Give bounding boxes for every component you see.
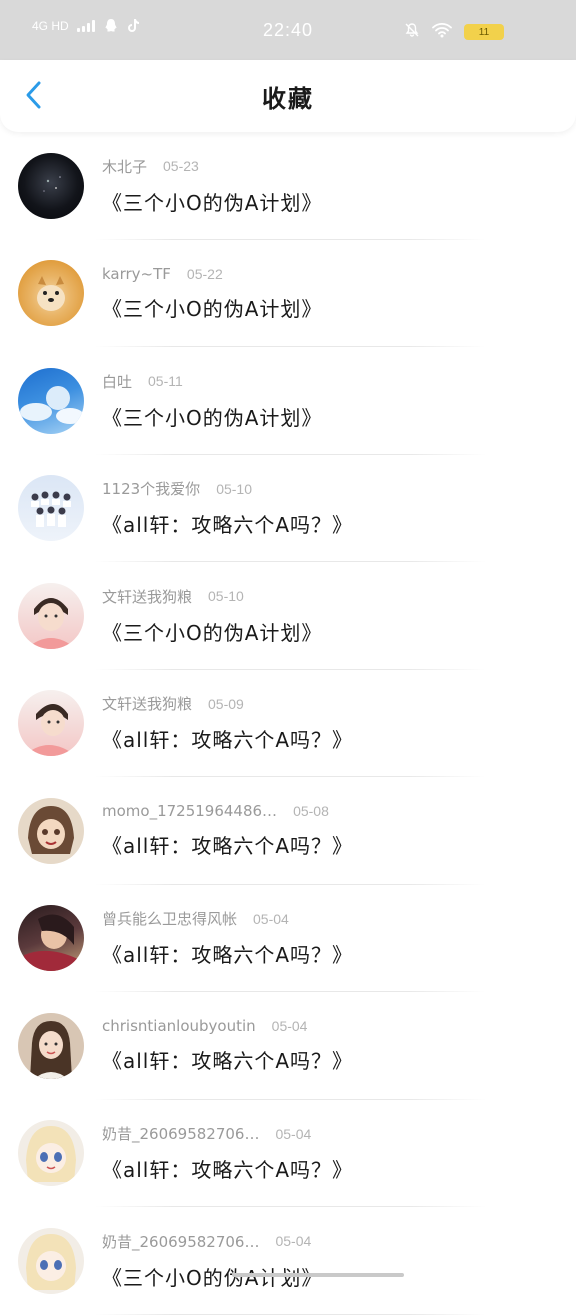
book-title[interactable]: 《all轩：攻略六个A吗？》: [102, 1045, 353, 1074]
avatar[interactable]: [18, 1120, 84, 1187]
list-item[interactable]: chrisntianloubyoutin 05-04 《all轩：攻略六个A吗？…: [0, 992, 576, 1100]
avatar[interactable]: [18, 475, 84, 542]
date: 05-04: [275, 1233, 312, 1250]
battery-level: 11: [478, 26, 490, 38]
meta-row: 文轩送我狗粮 05-10: [102, 586, 322, 607]
item-text: 奶昔_26069582706… 05-04 《all轩：攻略六个A吗？》: [102, 1123, 353, 1183]
avatar[interactable]: [18, 1227, 84, 1294]
date: 05-10: [208, 588, 244, 605]
avatar[interactable]: [18, 797, 84, 864]
avatar[interactable]: [18, 152, 84, 219]
item-text: 奶昔_26069582706… 05-04 《三个小O的伪A计划》: [102, 1231, 322, 1291]
list-item[interactable]: karry~TF 05-22 《三个小O的伪A计划》: [0, 240, 576, 348]
author-name[interactable]: 文轩送我狗粮: [102, 586, 192, 607]
author-name[interactable]: 白吐: [102, 371, 132, 392]
book-title[interactable]: 《三个小O的伪A计划》: [102, 293, 322, 322]
meta-row: chrisntianloubyoutin 05-04: [102, 1017, 353, 1035]
item-text: 文轩送我狗粮 05-10 《三个小O的伪A计划》: [102, 586, 322, 646]
home-indicator[interactable]: [232, 1273, 404, 1277]
list-item[interactable]: 奶昔_26069582706… 05-04 《三个小O的伪A计划》: [0, 1207, 576, 1315]
meta-row: 奶昔_26069582706… 05-04: [102, 1123, 353, 1144]
avatar[interactable]: [18, 260, 84, 327]
avatar[interactable]: [18, 690, 84, 757]
wifi-icon: [432, 23, 452, 38]
date: 05-10: [216, 480, 252, 497]
book-title[interactable]: 《all轩：攻略六个A吗？》: [102, 830, 353, 859]
meta-row: 曾兵能么卫忠得风帐 05-04: [102, 908, 353, 929]
item-text: 木北子 05-23 《三个小O的伪A计划》: [102, 156, 322, 216]
author-name[interactable]: momo_17251964486…: [102, 802, 277, 820]
author-name[interactable]: 奶昔_26069582706…: [102, 1123, 259, 1144]
list-item[interactable]: 1123个我爱你 05-10 《all轩：攻略六个A吗？》: [0, 455, 576, 563]
status-bar: 4G HD 22:40 11: [0, 0, 576, 60]
avatar[interactable]: [18, 905, 84, 972]
book-title[interactable]: 《三个小O的伪A计划》: [102, 187, 322, 216]
meta-row: 白吐 05-11: [102, 371, 322, 392]
book-title[interactable]: 《all轩：攻略六个A吗？》: [102, 724, 353, 753]
status-right: [404, 22, 452, 38]
item-text: 文轩送我狗粮 05-09 《all轩：攻略六个A吗？》: [102, 693, 353, 753]
meta-row: 文轩送我狗粮 05-09: [102, 693, 353, 714]
author-name[interactable]: 木北子: [102, 156, 147, 177]
meta-row: 1123个我爱你 05-10: [102, 478, 353, 499]
date: 05-04: [253, 910, 289, 927]
date: 05-04: [271, 1018, 308, 1035]
list-item[interactable]: 白吐 05-11 《三个小O的伪A计划》: [0, 347, 576, 455]
meta-row: 奶昔_26069582706… 05-04: [102, 1231, 322, 1252]
item-text: 白吐 05-11 《三个小O的伪A计划》: [102, 371, 322, 431]
list-item[interactable]: 文轩送我狗粮 05-10 《三个小O的伪A计划》: [0, 562, 576, 670]
header: 收藏: [0, 60, 576, 132]
author-name[interactable]: 曾兵能么卫忠得风帐: [102, 908, 237, 929]
item-text: 1123个我爱你 05-10 《all轩：攻略六个A吗？》: [102, 478, 353, 538]
list-item[interactable]: 文轩送我狗粮 05-09 《all轩：攻略六个A吗？》: [0, 670, 576, 778]
item-text: karry~TF 05-22 《三个小O的伪A计划》: [102, 265, 322, 322]
author-name[interactable]: 奶昔_26069582706…: [102, 1231, 259, 1252]
item-text: momo_17251964486… 05-08 《all轩：攻略六个A吗？》: [102, 802, 353, 859]
author-name[interactable]: karry~TF: [102, 265, 171, 283]
list-item[interactable]: momo_17251964486… 05-08 《all轩：攻略六个A吗？》: [0, 777, 576, 885]
author-name[interactable]: chrisntianloubyoutin: [102, 1017, 256, 1035]
meta-row: 木北子 05-23: [102, 156, 322, 177]
avatar[interactable]: [18, 582, 84, 649]
date: 05-09: [208, 695, 244, 712]
date: 05-04: [275, 1125, 312, 1142]
list-item[interactable]: 木北子 05-23 《三个小O的伪A计划》: [0, 132, 576, 240]
avatar[interactable]: [18, 367, 84, 434]
author-name[interactable]: 文轩送我狗粮: [102, 693, 192, 714]
book-title[interactable]: 《all轩：攻略六个A吗？》: [102, 509, 353, 538]
mute-icon: [405, 23, 419, 37]
meta-row: momo_17251964486… 05-08: [102, 802, 353, 820]
date: 05-11: [148, 373, 183, 390]
back-button[interactable]: [16, 78, 50, 112]
item-text: 曾兵能么卫忠得风帐 05-04 《all轩：攻略六个A吗？》: [102, 908, 353, 968]
battery-icon: 11: [464, 24, 504, 40]
book-title[interactable]: 《all轩：攻略六个A吗？》: [102, 1154, 353, 1183]
book-title[interactable]: 《all轩：攻略六个A吗？》: [102, 939, 353, 968]
date: 05-08: [293, 803, 329, 820]
meta-row: karry~TF 05-22: [102, 265, 322, 283]
page-title: 收藏: [262, 84, 314, 113]
book-title[interactable]: 《三个小O的伪A计划》: [102, 402, 322, 431]
list-item[interactable]: 奶昔_26069582706… 05-04 《all轩：攻略六个A吗？》: [0, 1100, 576, 1208]
list-item[interactable]: 曾兵能么卫忠得风帐 05-04 《all轩：攻略六个A吗？》: [0, 885, 576, 993]
avatar[interactable]: [18, 1012, 84, 1079]
date: 05-23: [163, 158, 199, 175]
book-title[interactable]: 《三个小O的伪A计划》: [102, 617, 322, 646]
favorites-list: 木北子 05-23 《三个小O的伪A计划》 karry~TF 05-22 《三个…: [0, 132, 576, 1315]
chevron-left-icon: [26, 81, 41, 109]
item-text: chrisntianloubyoutin 05-04 《all轩：攻略六个A吗？…: [102, 1017, 353, 1074]
author-name[interactable]: 1123个我爱你: [102, 478, 200, 499]
date: 05-22: [186, 265, 223, 282]
